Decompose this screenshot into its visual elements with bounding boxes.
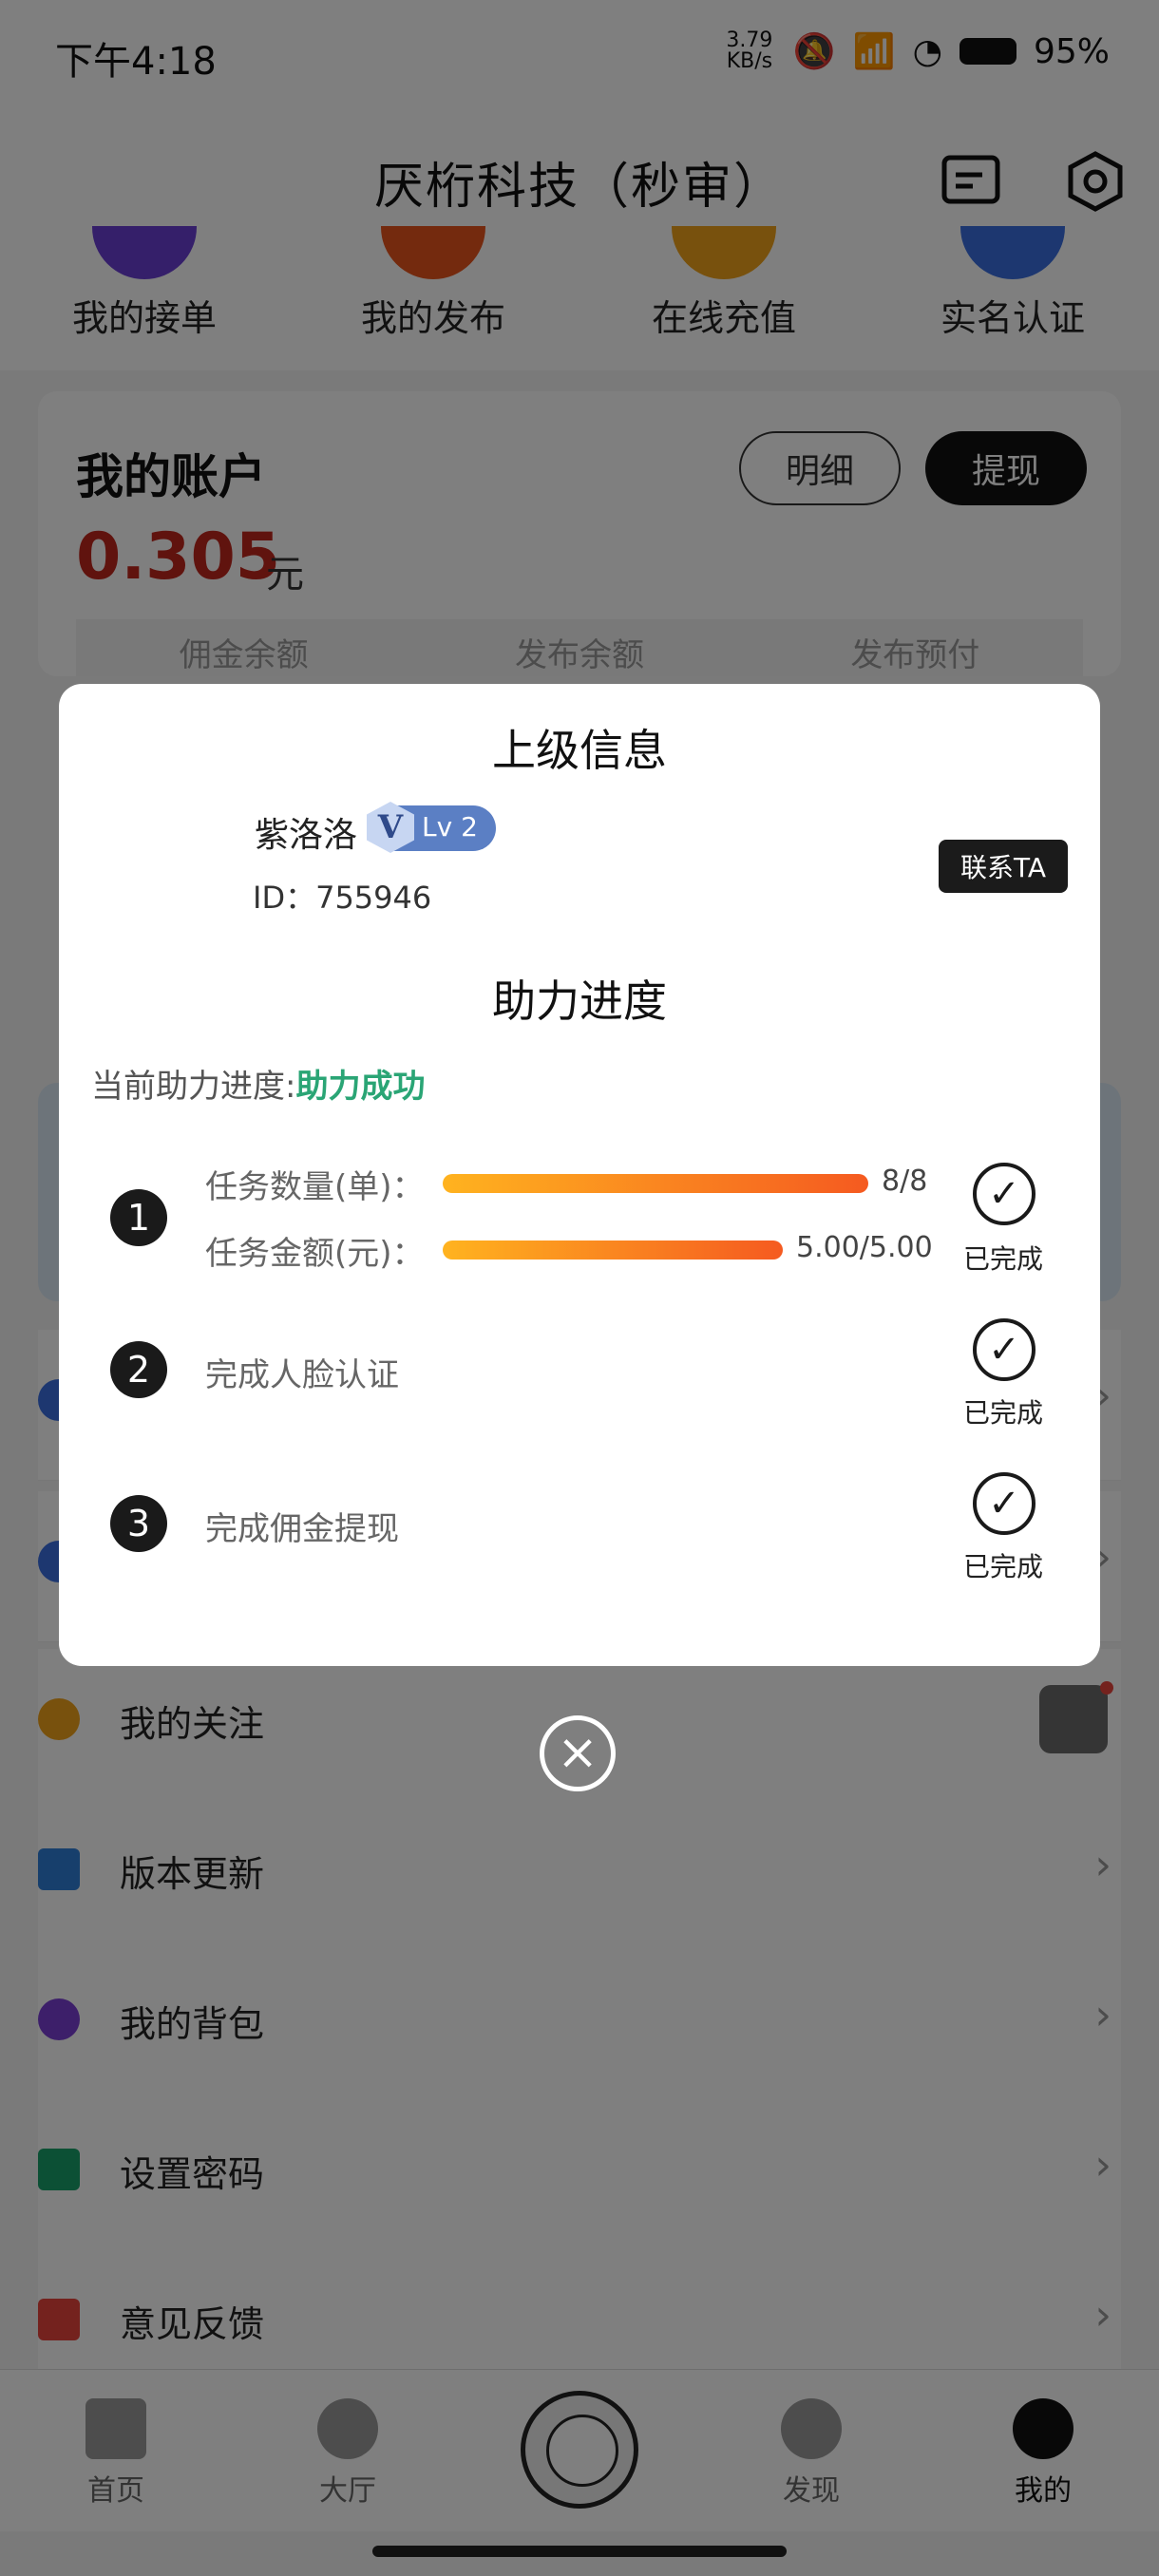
level-badge: V Lv 2 [367,802,496,853]
completed-label: 已完成 [962,1397,1043,1429]
face-verify-label: 完成人脸认证 [205,1356,399,1394]
superior-id: ID：755946 [253,880,432,916]
check-icon: ✓ [973,1163,1036,1225]
level-shield-icon: V [367,802,414,853]
completed-label: 已完成 [962,1551,1043,1582]
completed-label: 已完成 [962,1243,1043,1275]
task-count-label: 任务数量(单)： [205,1168,425,1206]
home-indicator[interactable] [372,2546,787,2557]
dialog-title: 上级信息 [492,725,667,776]
step-number: 3 [110,1495,167,1552]
progress-title: 助力进度 [492,975,667,1027]
check-icon: ✓ [973,1318,1036,1381]
progress-label: 当前助力进度: [91,1068,296,1106]
level-text: Lv 2 [422,811,478,843]
step-number: 2 [110,1341,167,1398]
task-count-value: 8/8 [882,1165,928,1198]
task-amount-bar [443,1241,783,1260]
task-count-bar [443,1174,868,1193]
contact-button[interactable]: 联系TA [939,840,1068,893]
progress-status: 助力成功 [295,1068,426,1106]
superior-info-dialog: 上级信息 紫洛洛 V Lv 2 ID：755946 联系TA 助力进度 当前助力… [59,684,1100,1666]
withdraw-step-label: 完成佣金提现 [205,1510,399,1548]
task-amount-value: 5.00/5.00 [796,1231,933,1264]
step-number: 1 [110,1189,167,1246]
close-button[interactable]: × [540,1715,616,1791]
progress-status-line: 当前助力进度:助力成功 [91,1060,425,1107]
task-amount-label: 任务金额(元)： [205,1235,425,1273]
superior-name: 紫洛洛 [255,816,358,855]
check-icon: ✓ [973,1472,1036,1535]
